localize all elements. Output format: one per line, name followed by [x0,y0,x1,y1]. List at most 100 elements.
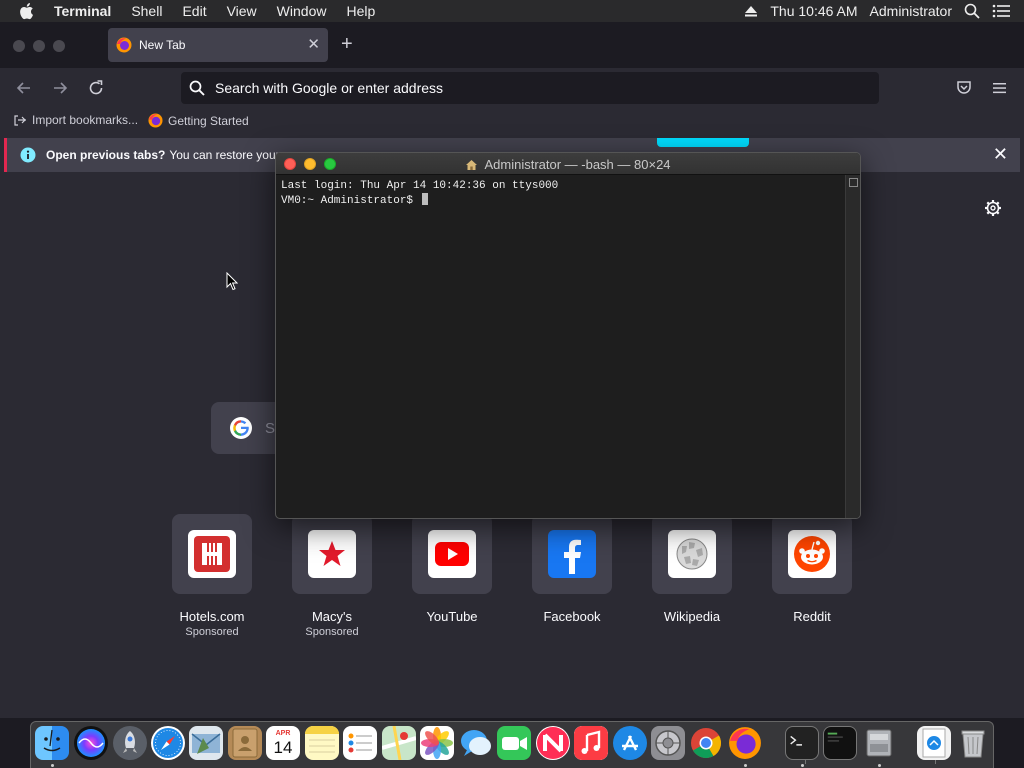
firefox-icon [116,37,132,53]
terminal-icon[interactable] [785,726,819,760]
terminal-title-bar[interactable]: Administrator — -bash — 80×24 [276,153,860,175]
calendar-day: 14 [273,738,293,757]
top-site-tile [172,514,252,594]
news-icon[interactable] [536,726,570,760]
sponsored-label: Sponsored [185,626,239,638]
terminal-output[interactable]: Last login: Thu Apr 14 10:42:36 on ttys0… [281,179,841,208]
google-search-placeholder: S [265,419,276,437]
mouse-cursor-icon [226,271,239,296]
system-preferences-icon[interactable] [651,726,685,760]
reddit-icon [788,530,836,578]
finder-icon[interactable] [35,726,69,760]
bookmark-import[interactable]: Import bookmarks... [13,113,138,127]
pocket-icon[interactable] [954,78,974,98]
nav-bar [0,68,1024,108]
top-site-tile [412,514,492,594]
terminal-cursor [421,193,428,205]
gear-icon[interactable] [984,199,1002,222]
terminal-prompt: VM0:~ Administrator$ [281,195,420,207]
top-site-label: Hotels.com [179,609,245,624]
restore-tabs-button[interactable] [657,138,749,147]
mail-icon[interactable] [189,726,223,760]
launchpad-icon[interactable] [113,726,147,760]
calendar-icon[interactable]: APR 14 [266,726,300,760]
window-minimize-button[interactable] [33,40,45,52]
infobar-close-icon[interactable]: ✕ [993,145,1008,163]
safari-icon[interactable] [151,726,185,760]
screen: Terminal Shell Edit View Window Help Thu… [0,0,1024,768]
menubar-user[interactable]: Administrator [870,3,952,19]
photos-icon[interactable] [420,726,454,760]
reload-icon[interactable] [86,78,106,98]
youtube-icon [428,530,476,578]
terminal-scrollbar[interactable] [845,175,860,518]
top-site-facebook[interactable]: Facebook [527,514,617,624]
menu-help[interactable]: Help [346,3,375,19]
back-icon[interactable] [14,78,34,98]
top-site-label: YouTube [426,609,478,624]
terminal-title: Administrator — -bash — 80×24 [276,157,860,172]
bookmark-getting-started[interactable]: Getting Started [148,113,249,128]
dock: APR 14 [30,721,994,768]
facebook-icon [548,530,596,578]
info-icon [20,147,36,163]
top-site-youtube[interactable]: YouTube [407,514,497,624]
hamburger-menu-icon[interactable] [990,78,1010,98]
terminal-window[interactable]: Administrator — -bash — 80×24 Last login… [275,152,861,519]
calendar-month: APR [275,730,291,737]
top-site-hotels[interactable]: Hotels.com Sponsored [167,514,257,638]
window-zoom-button[interactable] [53,40,65,52]
menu-bar: Terminal Shell Edit View Window Help Thu… [0,0,1024,22]
disk-utility-running-dot [878,764,881,767]
wikipedia-globe-icon [668,530,716,578]
disk-utility-icon[interactable] [862,726,896,760]
menu-window[interactable]: Window [277,3,327,19]
tab-close-icon[interactable]: ✕ [307,36,320,54]
top-site-tile [772,514,852,594]
menu-shell[interactable]: Shell [131,3,162,19]
new-tab-button[interactable]: + [341,33,353,55]
hotels-icon [188,530,236,578]
app-store-icon[interactable] [613,726,647,760]
notes-icon[interactable] [305,726,339,760]
menu-terminal[interactable]: Terminal [54,3,111,19]
bookmarks-toolbar: Import bookmarks... Getting Started [0,108,1024,134]
eject-icon[interactable] [744,5,758,17]
maps-icon[interactable] [382,726,416,760]
top-site-tile [532,514,612,594]
top-site-wikipedia[interactable]: Wikipedia [647,514,737,624]
scroll-split-icon[interactable] [849,178,858,187]
import-icon [13,113,27,127]
url-bar[interactable] [181,72,879,104]
window-close-button[interactable] [13,40,25,52]
spotlight-icon[interactable] [964,3,980,19]
menu-edit[interactable]: Edit [182,3,206,19]
messages-icon[interactable] [459,726,493,760]
downloads-folder-icon[interactable] [917,726,951,760]
music-icon[interactable] [574,726,608,760]
chrome-icon[interactable] [689,726,723,760]
tab-bar: New Tab ✕ + [0,22,1024,68]
menu-view[interactable]: View [227,3,257,19]
apple-menu-icon[interactable] [18,2,40,20]
contacts-icon[interactable] [228,726,262,760]
tab-new-tab[interactable]: New Tab ✕ [108,28,328,62]
url-input[interactable] [215,80,855,96]
top-site-macys[interactable]: Macy's Sponsored [287,514,377,638]
bookmark-getting-started-label: Getting Started [168,113,249,128]
notification-center-icon[interactable] [992,4,1010,18]
console-icon[interactable] [823,726,857,760]
reminders-icon[interactable] [343,726,377,760]
sponsored-label: Sponsored [305,626,359,638]
forward-icon[interactable] [50,78,70,98]
siri-icon[interactable] [74,726,108,760]
home-folder-icon [465,159,478,171]
menubar-clock[interactable]: Thu 10:46 AM [770,3,857,19]
top-site-label: Facebook [543,609,601,624]
infobar-text: You can restore your p [169,148,290,162]
top-site-reddit[interactable]: Reddit [767,514,857,624]
trash-icon[interactable] [956,726,990,760]
facetime-icon[interactable] [497,726,531,760]
firefox-icon[interactable] [728,726,762,760]
terminal-prompt-line: VM0:~ Administrator$ [281,193,841,208]
